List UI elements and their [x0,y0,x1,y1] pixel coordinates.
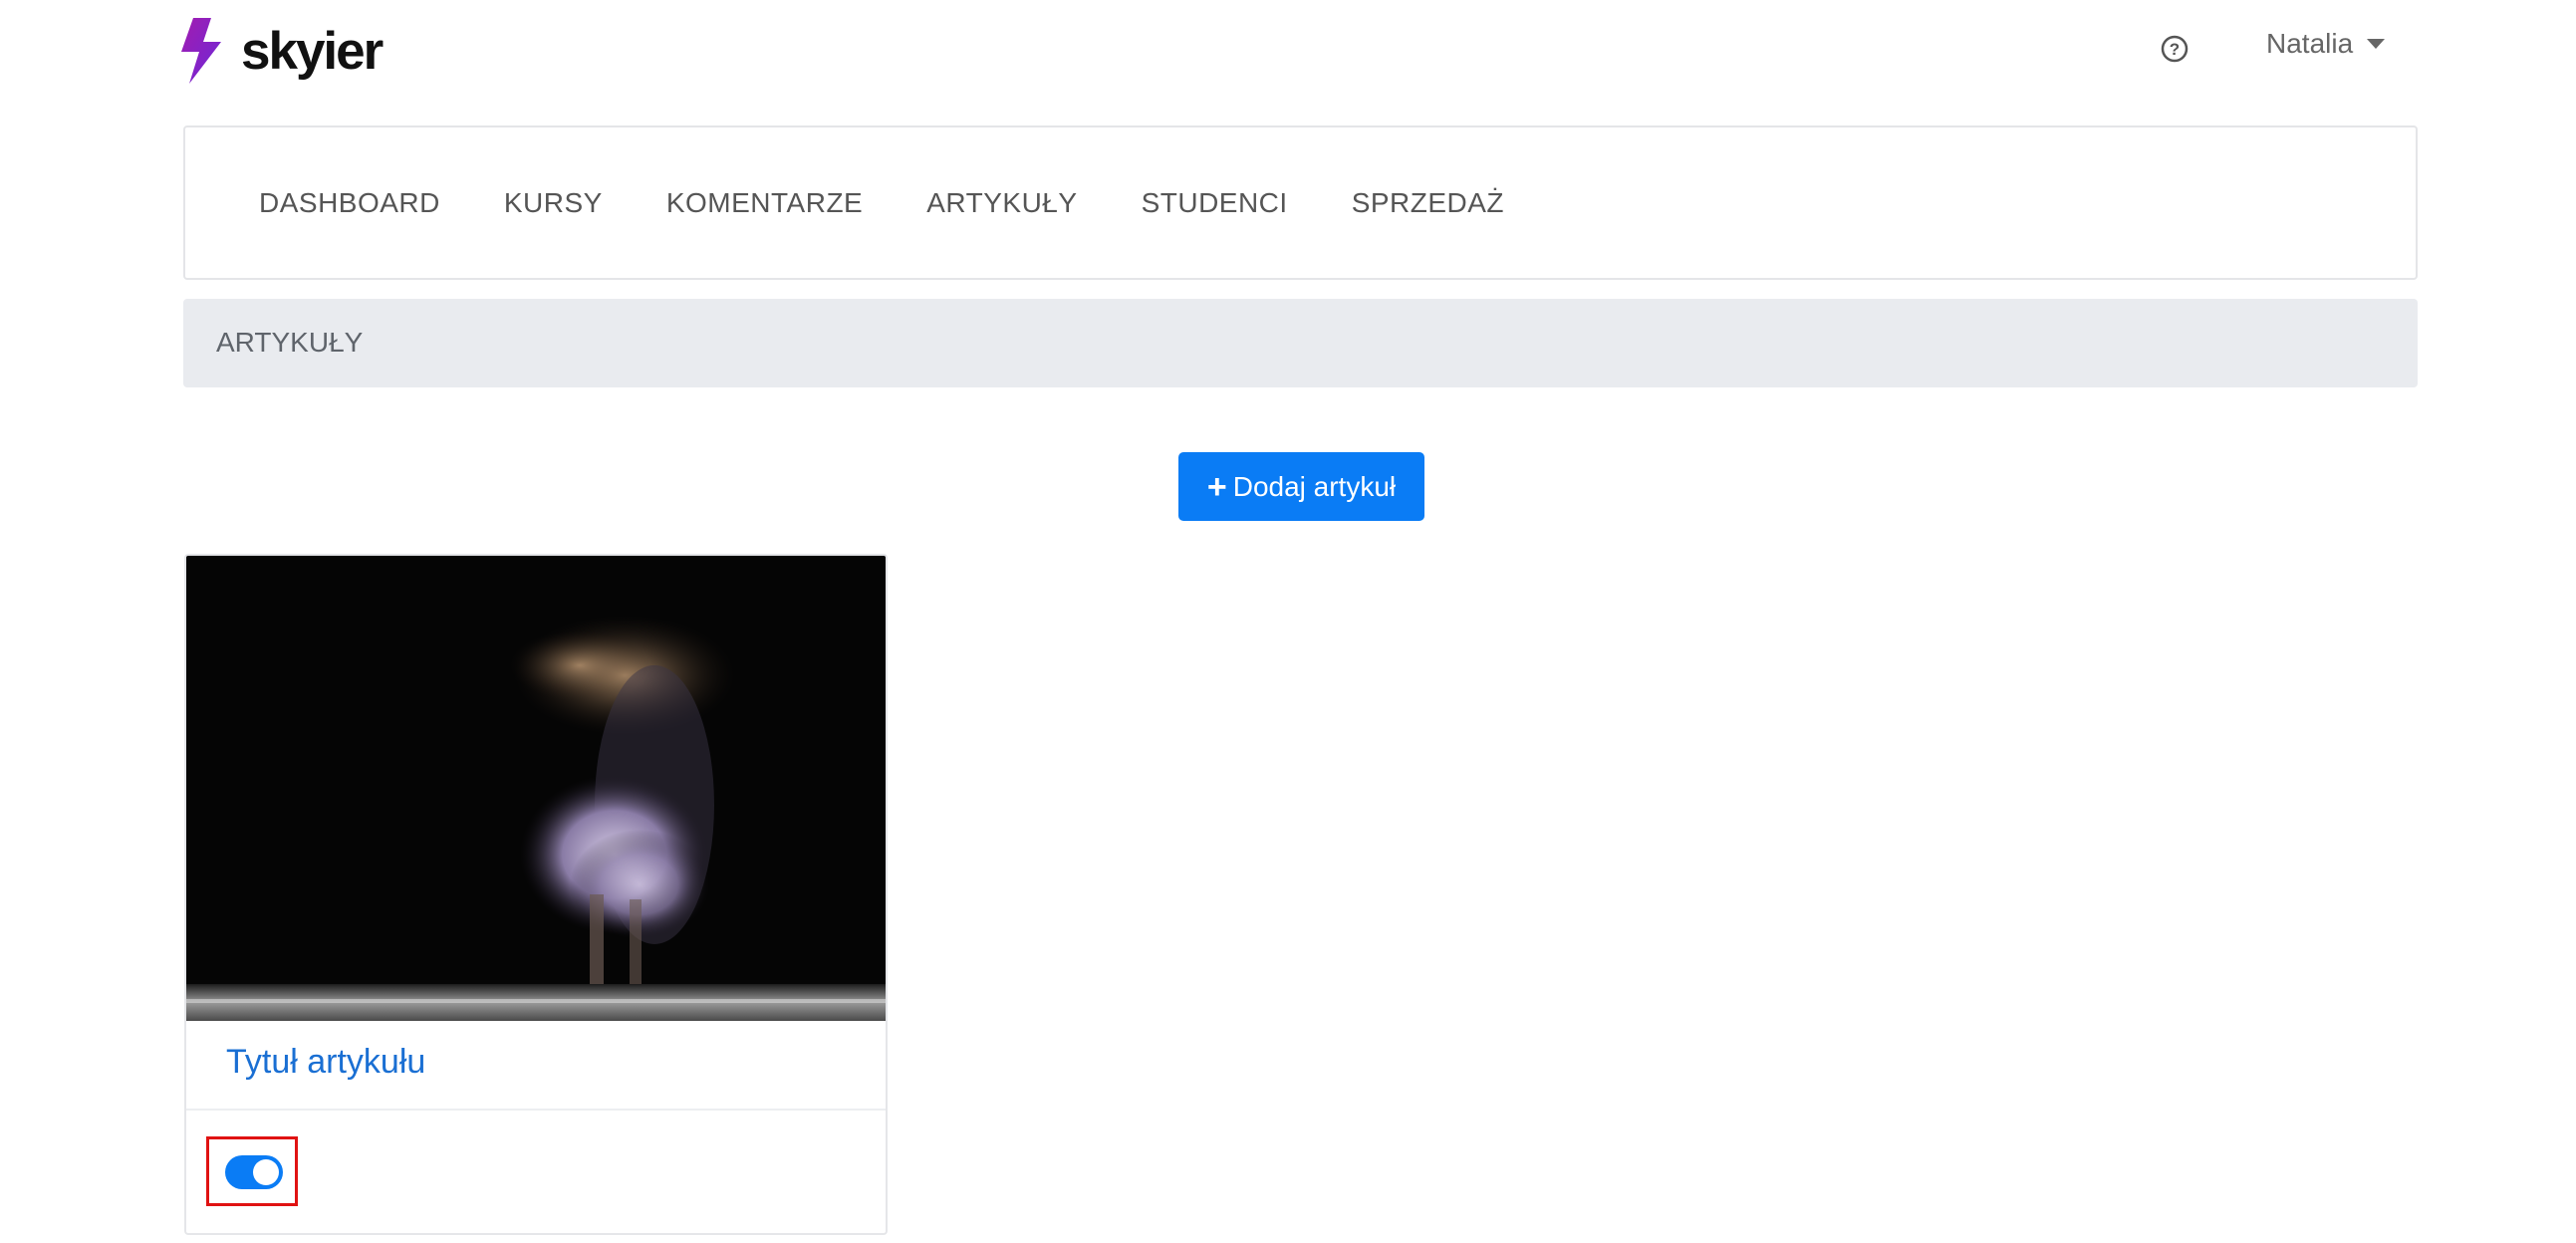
article-title-wrap: Tytuł artykułu [186,1021,886,1111]
nav-komentarze[interactable]: KOMENTARZE [666,187,863,219]
add-article-button[interactable]: + Dodaj artykuł [1178,452,1424,521]
nav-sprzedaz[interactable]: SPRZEDAŻ [1352,187,1504,219]
main-nav: DASHBOARD KURSY KOMENTARZE ARTYKUŁY STUD… [259,187,1504,219]
main-nav-card: DASHBOARD KURSY KOMENTARZE ARTYKUŁY STUD… [183,125,2418,280]
plus-icon: + [1206,467,1227,506]
breadcrumb: ARTYKUŁY [183,299,2418,387]
nav-kursy[interactable]: KURSY [504,187,603,219]
brand-name: skyier [241,21,384,81]
nav-studenci[interactable]: STUDENCI [1142,187,1288,219]
toggle-knob [253,1159,279,1185]
brand-logo[interactable]: skyier [181,16,384,86]
article-card: Tytuł artykułu [184,554,888,1235]
article-title[interactable]: Tytuł artykułu [226,1043,425,1082]
question-circle-icon[interactable]: ? [2160,34,2190,64]
breadcrumb-label: ARTYKUŁY [216,327,364,358]
caret-down-icon [2367,39,2386,49]
nav-artykuly[interactable]: ARTYKUŁY [926,187,1077,219]
add-article-label: Dodaj artykuł [1232,470,1397,502]
publish-toggle[interactable] [225,1155,283,1189]
lightning-logo-icon [181,18,221,84]
svg-text:?: ? [2170,40,2180,59]
user-name: Natalia [2266,28,2354,59]
nav-dashboard[interactable]: DASHBOARD [259,187,440,219]
user-menu[interactable]: Natalia [2266,28,2386,60]
article-image[interactable] [186,556,886,1021]
